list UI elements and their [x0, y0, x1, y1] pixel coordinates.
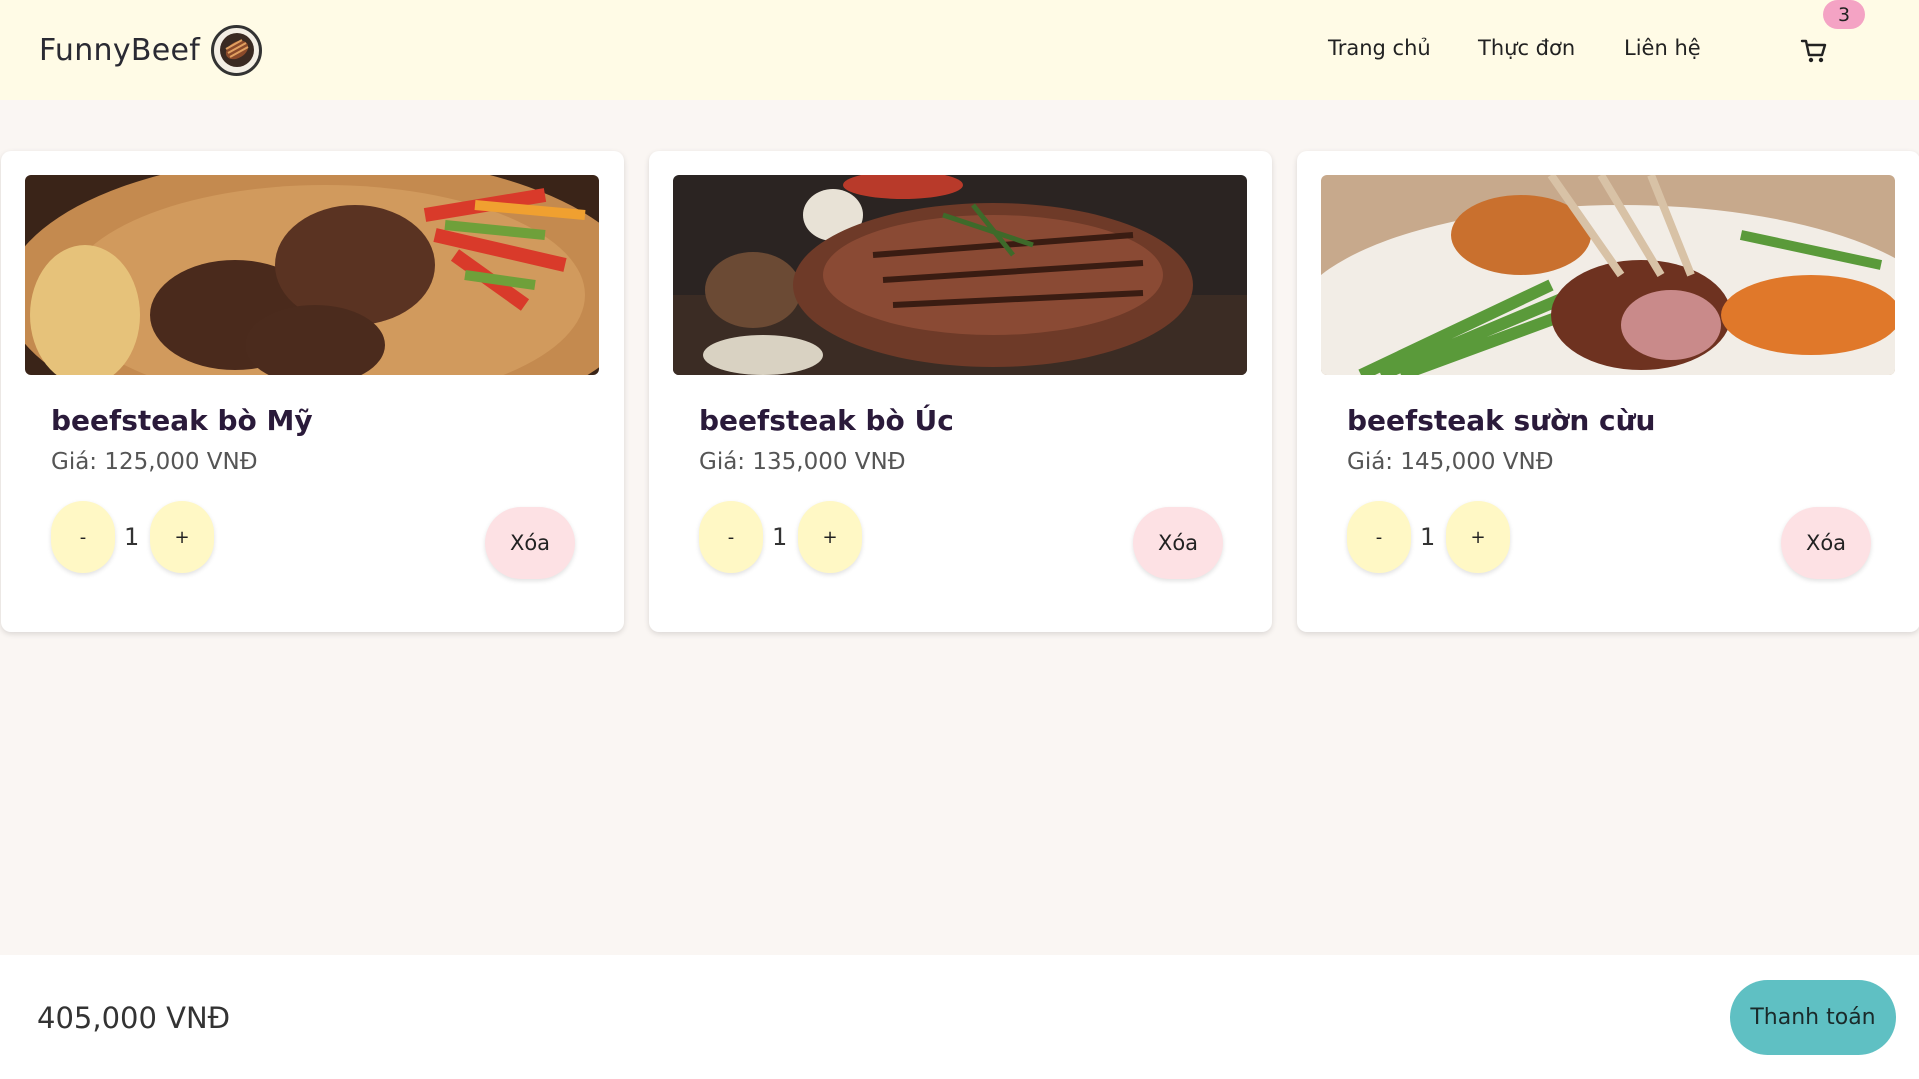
cart-total: 405,000 VNĐ [37, 1001, 231, 1035]
decrease-quantity-button[interactable]: - [699, 501, 763, 573]
increase-quantity-button[interactable]: + [150, 501, 214, 573]
item-name: beefsteak bò Mỹ [51, 404, 313, 437]
brand-logo-icon[interactable] [211, 24, 263, 76]
grilled-steak-photo [673, 175, 1247, 375]
quantity-value: 1 [124, 523, 140, 551]
increase-quantity-button[interactable]: + [798, 501, 862, 573]
increase-quantity-button[interactable]: + [1446, 501, 1510, 573]
brand[interactable]: FunnyBeef [39, 23, 263, 77]
header: FunnyBeef Trang chủ Thực đơn Liên hệ 3 [0, 0, 1919, 100]
checkout-bar: 405,000 VNĐ Thanh toán [0, 955, 1919, 1079]
quantity-value: 1 [1420, 523, 1436, 551]
lamb-ribs-photo [1321, 175, 1895, 375]
quantity-value: 1 [772, 523, 788, 551]
nav-home[interactable]: Trang chủ [1328, 36, 1431, 60]
nav-contact[interactable]: Liên hệ [1624, 36, 1701, 60]
remove-item-button[interactable]: Xóa [1133, 507, 1223, 579]
cart-item-card: beefsteak bò Mỹ Giá: 125,000 VNĐ - 1 + X… [1, 151, 624, 632]
cart-count-badge: 3 [1823, 0, 1865, 29]
item-name: beefsteak sườn cừu [1347, 404, 1656, 437]
decrease-quantity-button[interactable]: - [51, 501, 115, 573]
item-price: Giá: 135,000 VNĐ [699, 449, 906, 475]
beef-steak-on-board-photo [25, 175, 599, 375]
cart-item-card: beefsteak bò Úc Giá: 135,000 VNĐ - 1 + X… [649, 151, 1272, 632]
remove-item-button[interactable]: Xóa [1781, 507, 1871, 579]
cart-item-card: beefsteak sườn cừu Giá: 145,000 VNĐ - 1 … [1297, 151, 1919, 632]
item-price: Giá: 125,000 VNĐ [51, 449, 258, 475]
checkout-button[interactable]: Thanh toán [1730, 980, 1896, 1055]
cart-icon[interactable] [1800, 37, 1828, 65]
decrease-quantity-button[interactable]: - [1347, 501, 1411, 573]
item-price: Giá: 145,000 VNĐ [1347, 449, 1554, 475]
nav-menu[interactable]: Thực đơn [1478, 36, 1575, 60]
item-name: beefsteak bò Úc [699, 404, 954, 437]
brand-name[interactable]: FunnyBeef [39, 33, 200, 68]
remove-item-button[interactable]: Xóa [485, 507, 575, 579]
